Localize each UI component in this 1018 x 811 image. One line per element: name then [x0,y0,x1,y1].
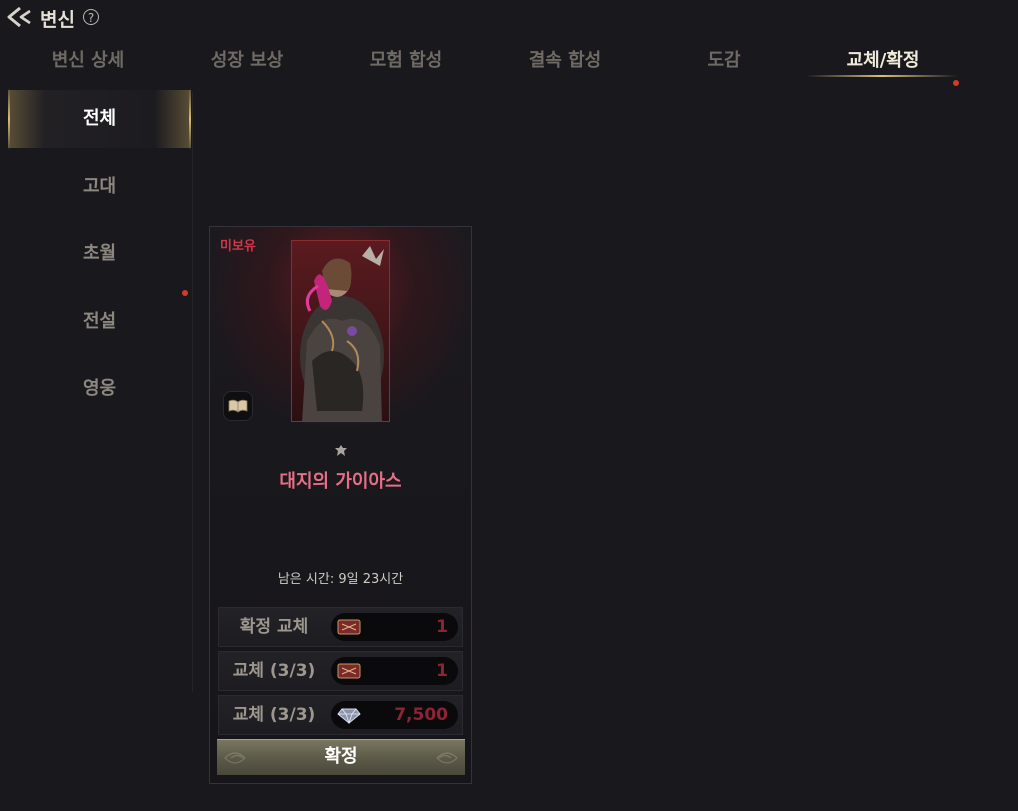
tab-collection[interactable]: 도감 [649,46,799,72]
cost-row-confirm-exchange[interactable]: 확정 교체 1 [218,607,463,647]
sidebar-divider [192,92,193,692]
sidebar-item-transcendent[interactable]: 초월 [8,225,191,283]
ticket-icon [337,619,361,635]
cost-label: 확정 교체 [239,617,309,637]
tab-growth-reward[interactable]: 성장 보상 [172,46,322,72]
confirm-button[interactable]: 확정 [217,739,465,775]
cost-label: 교체 (3/3) [232,705,316,725]
notification-dot [953,80,959,86]
cost-value: 1 [436,661,448,681]
ticket-icon [337,663,361,679]
unowned-badge: 미보유 [220,239,256,254]
cost-value: 7,500 [394,705,448,725]
remaining-time: 남은 시간: 9일 23시간 [277,572,404,587]
sidebar-item-hero[interactable]: 영웅 [8,360,191,418]
cost-label: 교체 (3/3) [232,661,316,681]
cost-value: 1 [436,617,448,637]
grade-sidebar: 전체 고대 초월 전설 영웅 [0,88,194,811]
notification-dot [182,290,188,296]
character-portrait[interactable] [291,240,390,422]
cost-pill: 1 [331,613,458,641]
page-title: 변신 [40,9,75,31]
cost-row-exchange-ticket[interactable]: 교체 (3/3) 1 [218,651,463,691]
cost-row-exchange-diamond[interactable]: 교체 (3/3) 7,500 [218,695,463,735]
cost-pill: 1 [331,657,458,685]
diamond-icon [337,708,361,725]
tab-bond-synthesis[interactable]: 결속 합성 [490,46,640,72]
confirm-button-label: 확정 [324,746,358,767]
sidebar-item-all[interactable]: 전체 [8,88,191,150]
top-tabs: 변신 상세 성장 보상 모험 합성 결속 합성 도감 교체/확정 [0,38,1018,86]
character-name: 대지의 가이아스 [279,471,402,492]
sidebar-item-ancient[interactable]: 고대 [8,158,191,216]
tab-adventure-synthesis[interactable]: 모험 합성 [331,46,481,72]
cost-pill: 7,500 [331,701,458,729]
back-arrow-icon[interactable] [6,6,36,28]
active-tab-underline [806,75,958,77]
help-icon[interactable]: ? [83,9,99,25]
codex-book-icon[interactable] [223,391,253,421]
grade-emblem-icon [335,445,347,456]
tab-transform-detail[interactable]: 변신 상세 [13,46,163,72]
transform-card[interactable]: 미보유 대지의 가이아스 남은 시간: 9일 23시간 확정 교체 1 교체 (… [209,226,472,784]
sidebar-item-legendary[interactable]: 전설 [8,293,191,351]
tab-exchange-confirm[interactable]: 교체/확정 [808,46,958,72]
header-bar: 변신 ? [0,0,1018,36]
